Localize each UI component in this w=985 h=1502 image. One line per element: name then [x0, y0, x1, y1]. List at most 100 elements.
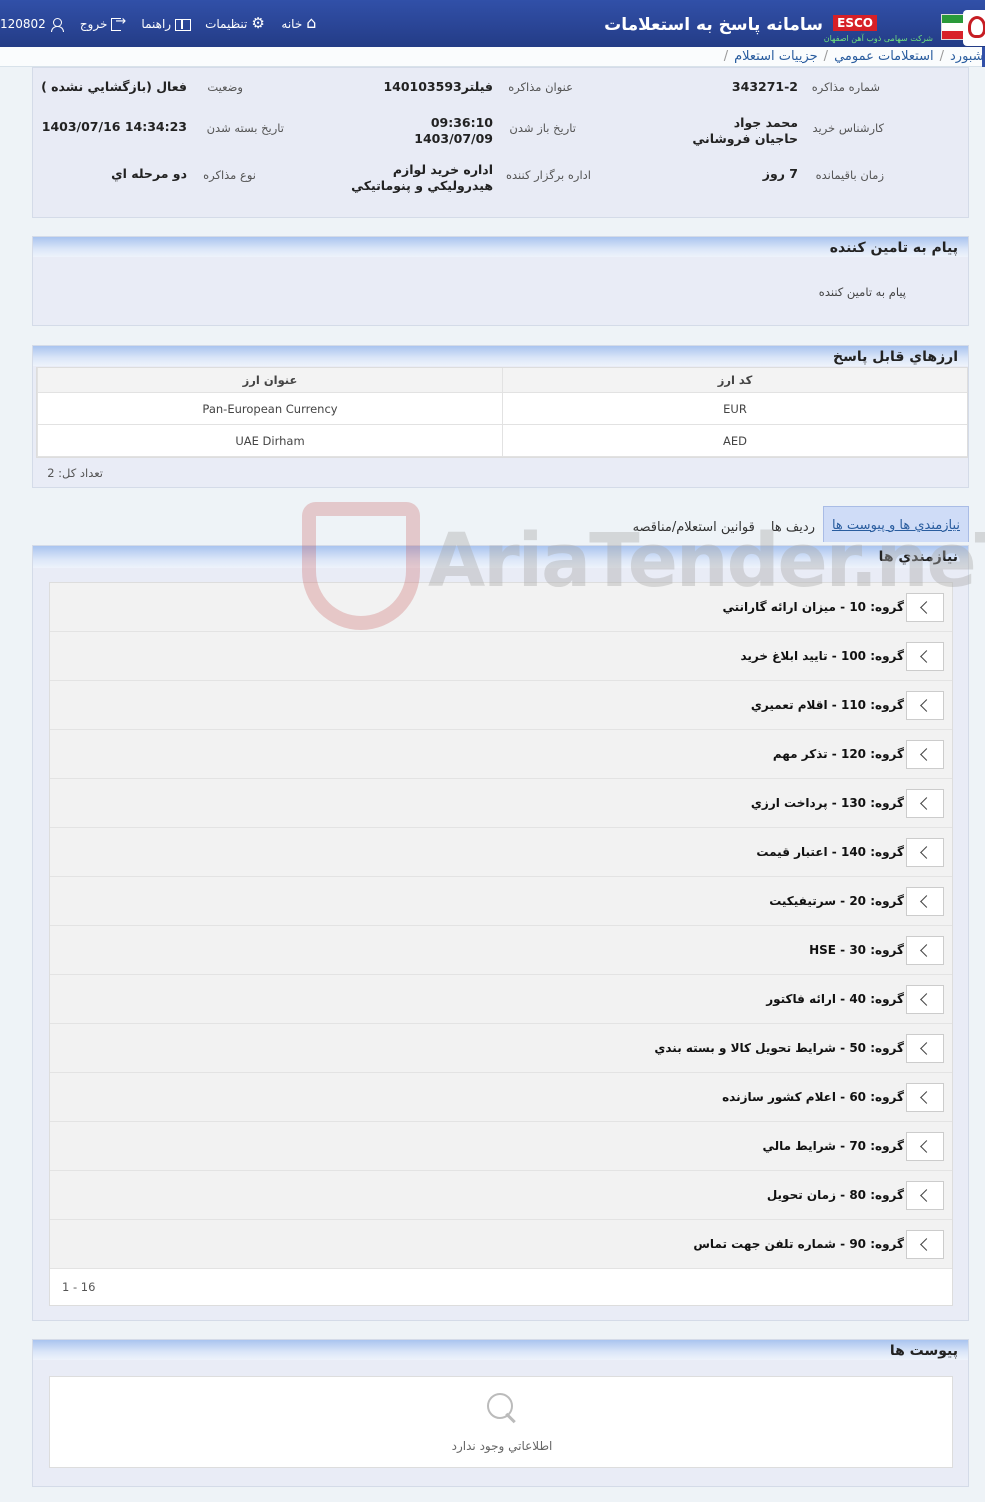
list-item[interactable]: گروه: 50 - شرايط تحويل کالا و بسته بندي [50, 1024, 952, 1073]
requirement-label: گروه: 90 - شماره تلفن جهت تماس [693, 1237, 904, 1251]
remaining-time-label: زمان باقيمانده [815, 168, 884, 182]
user-menu[interactable]: 120802 [0, 17, 64, 32]
home-label: خانه [281, 17, 303, 31]
chevron-left-icon[interactable] [906, 935, 944, 965]
gear-icon [251, 14, 265, 32]
requirement-label: گروه: 30 - HSE [809, 943, 904, 957]
company-emblem-icon [963, 10, 985, 46]
no-data-text: اطلاعاتي وجود ندارد [451, 1439, 553, 1453]
requirements-pager: 1 - 16 [50, 1269, 952, 1305]
breadcrumb-inquiry-details[interactable]: جزييات استعلام [734, 49, 818, 64]
breadcrumb-public-inquiries[interactable]: استعلامات عمومي [834, 49, 934, 64]
list-item[interactable]: گروه: 110 - اقلام تعميري [50, 681, 952, 730]
requirement-label: گروه: 100 - تاييد ابلاغ خريد [740, 649, 904, 663]
help-link[interactable]: راهنما [141, 17, 192, 31]
esco-subtitle: شرکت سهامی ذوب آهن اصفهان [823, 34, 933, 43]
organizer-label: اداره برگزار کننده [506, 168, 591, 182]
list-item[interactable]: گروه: 140 - اعتبار قيمت [50, 828, 952, 877]
list-item[interactable]: گروه: 120 - تذکر مهم [50, 730, 952, 779]
chevron-left-icon[interactable] [906, 837, 944, 867]
list-item[interactable]: گروه: 30 - HSE [50, 926, 952, 975]
chevron-left-icon[interactable] [906, 1033, 944, 1063]
chevron-left-icon[interactable] [906, 1131, 944, 1161]
top-nav: 120802 خروج راهنما تنظیمات خانه [0, 13, 336, 32]
esco-badge: ESCO [833, 15, 877, 31]
chevron-left-icon[interactable] [906, 1082, 944, 1112]
chevron-left-icon[interactable] [906, 641, 944, 671]
breadcrumb-separator: / [939, 49, 944, 64]
currency-title: UAE Dirham [37, 425, 502, 456]
breadcrumb-separator: / [723, 49, 729, 64]
requirement-label: گروه: 70 - شرايط مالي [762, 1139, 904, 1153]
chevron-left-icon[interactable] [906, 984, 944, 1014]
list-item[interactable]: گروه: 130 - پرداخت ارزي [50, 779, 952, 828]
list-item[interactable]: گروه: 90 - شماره تلفن جهت تماس [50, 1220, 952, 1269]
column-header-title[interactable]: عنوان ارز [37, 368, 502, 392]
close-date-label: تاريخ بسته شدن [206, 121, 284, 135]
supplier-message-title: پيام به تامين کننده [33, 237, 968, 257]
requirement-label: گروه: 20 - سرتيفيکيت [769, 894, 904, 908]
exit-link[interactable]: خروج [79, 14, 126, 31]
currency-table-header: کد ارز عنوان ارز [37, 368, 967, 393]
requirement-label: گروه: 10 - ميزان ارائه گارانتي [722, 600, 904, 614]
chevron-left-icon[interactable] [906, 1180, 944, 1210]
detail-tabs: نيازمندي ها و پيوست ها رديف ها قوانين اس… [625, 506, 969, 542]
open-date: 1403/07/09 [414, 131, 493, 146]
help-label: راهنما [141, 17, 172, 31]
exit-icon [111, 14, 126, 31]
table-row[interactable]: EUR Pan-European Currency [37, 393, 967, 425]
user-icon [50, 17, 64, 32]
currency-panel-title: ارزهاي قابل پاسخ [33, 346, 968, 366]
requirement-label: گروه: 120 - تذکر مهم [772, 747, 904, 761]
breadcrumb-dashboard[interactable]: داشبورد [950, 49, 985, 64]
open-date-label: تاريخ باز شدن [509, 121, 576, 135]
chevron-left-icon[interactable] [906, 886, 944, 916]
settings-label: تنظیمات [205, 17, 248, 31]
list-item[interactable]: گروه: 60 - اعلام کشور سازنده [50, 1073, 952, 1122]
supplier-message-text: پيام به تامين کننده [818, 285, 906, 299]
list-item[interactable]: گروه: 10 - ميزان ارائه گارانتي [50, 583, 952, 632]
negotiation-title-label: عنوان مذاکره [508, 80, 573, 94]
requirement-label: گروه: 80 - زمان تحويل [766, 1188, 904, 1202]
chevron-left-icon[interactable] [906, 690, 944, 720]
currency-title: Pan-European Currency [37, 393, 502, 424]
requirement-label: گروه: 140 - اعتبار قيمت [756, 845, 904, 859]
list-item[interactable]: گروه: 80 - زمان تحويل [50, 1171, 952, 1220]
organizer-value: اداره خريد لوازم هيدروليکي و پنوماتيکي [351, 162, 493, 193]
requirement-label: گروه: 110 - اقلام تعميري [750, 698, 904, 712]
supplier-message-panel: پيام به تامين کننده پيام به تامين کننده [32, 236, 969, 326]
list-item[interactable]: گروه: 20 - سرتيفيکيت [50, 877, 952, 926]
negotiation-type: دو مرحله اي [111, 166, 187, 181]
home-icon [306, 13, 320, 32]
remaining-time: 7 روز [762, 166, 798, 181]
attachments-empty-state: اطلاعاتي وجود ندارد [49, 1376, 953, 1468]
breadcrumb: داشبورد / استعلامات عمومي / جزييات استعل… [0, 47, 985, 67]
chevron-left-icon[interactable] [906, 739, 944, 769]
chevron-left-icon[interactable] [906, 788, 944, 818]
requirement-label: گروه: 40 - ارائه فاکتور [766, 992, 904, 1006]
status-label: وضعيت [207, 80, 243, 94]
negotiation-title: فيلتر140103593 [383, 79, 493, 94]
list-item[interactable]: گروه: 40 - ارائه فاکتور [50, 975, 952, 1024]
list-item[interactable]: گروه: 70 - شرايط مالي [50, 1122, 952, 1171]
currency-code: EUR [502, 393, 967, 424]
tab-inquiry-rules[interactable]: قوانين استعلام/مناقصه [625, 510, 763, 542]
status-value: فعال (بازگشايي نشده ) [41, 79, 187, 94]
chevron-left-icon[interactable] [906, 1229, 944, 1259]
currency-panel: ارزهاي قابل پاسخ کد ارز عنوان ارز EUR Pa… [32, 345, 969, 488]
settings-link[interactable]: تنظیمات [205, 14, 265, 32]
attachments-panel-title: پيوست ها [33, 1340, 968, 1360]
home-link[interactable]: خانه [281, 13, 320, 32]
column-header-code[interactable]: کد ارز [502, 368, 967, 392]
app-title: سامانه پاسخ به استعلامات [604, 15, 823, 35]
exit-label: خروج [79, 17, 108, 31]
tab-requirements-attachments[interactable]: نيازمندي ها و پيوست ها [822, 506, 969, 542]
user-id: 120802 [0, 17, 46, 31]
tab-rows[interactable]: رديف ها [763, 510, 823, 542]
search-icon [485, 1391, 519, 1425]
chevron-left-icon[interactable] [906, 592, 944, 622]
requirement-label: گروه: 50 - شرايط تحويل کالا و بسته بندي [654, 1041, 904, 1055]
attachments-panel: پيوست ها اطلاعاتي وجود ندارد [32, 1339, 969, 1487]
table-row[interactable]: AED UAE Dirham [37, 425, 967, 457]
list-item[interactable]: گروه: 100 - تاييد ابلاغ خريد [50, 632, 952, 681]
